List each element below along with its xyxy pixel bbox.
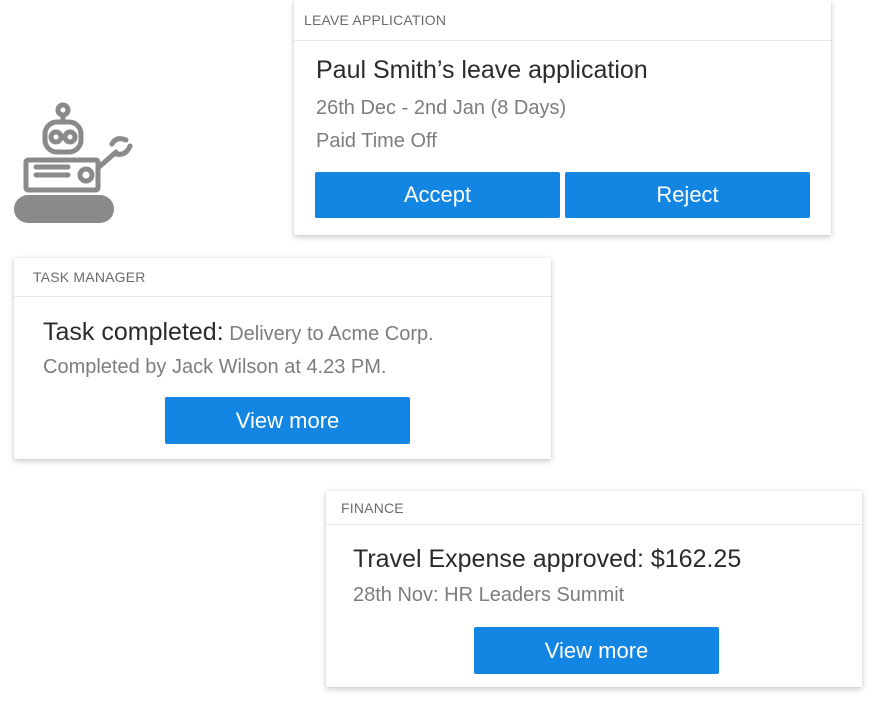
task-title-rest: Delivery to Acme Corp. (223, 323, 434, 345)
finance-title: Travel Expense approved: $162.25 (353, 545, 742, 573)
accept-button[interactable]: Accept (315, 172, 560, 218)
task-manager-card: TASK MANAGER Task completed: Delivery to… (14, 258, 551, 459)
card-header: LEAVE APPLICATION (294, 0, 831, 41)
task-title-bold: Task completed: (43, 318, 224, 346)
view-more-button[interactable]: View more (474, 627, 719, 674)
reject-button[interactable]: Reject (565, 172, 810, 218)
finance-card: FINANCE Travel Expense approved: $162.25… (326, 491, 862, 687)
leave-application-card: LEAVE APPLICATION Paul Smith’s leave app… (294, 0, 831, 235)
task-detail: Completed by Jack Wilson at 4.23 PM. (43, 356, 387, 378)
leave-type: Paid Time Off (316, 130, 437, 152)
finance-detail: 28th Nov: HR Leaders Summit (353, 584, 625, 606)
card-header: FINANCE (326, 491, 862, 525)
robot-icon (14, 102, 133, 223)
leave-title: Paul Smith’s leave application (316, 56, 648, 84)
card-header: TASK MANAGER (14, 258, 551, 297)
view-more-button[interactable]: View more (165, 397, 410, 444)
leave-dates: 26th Dec - 2nd Jan (8 Days) (316, 97, 567, 119)
task-title: Task completed: Delivery to Acme Corp. (43, 318, 434, 347)
